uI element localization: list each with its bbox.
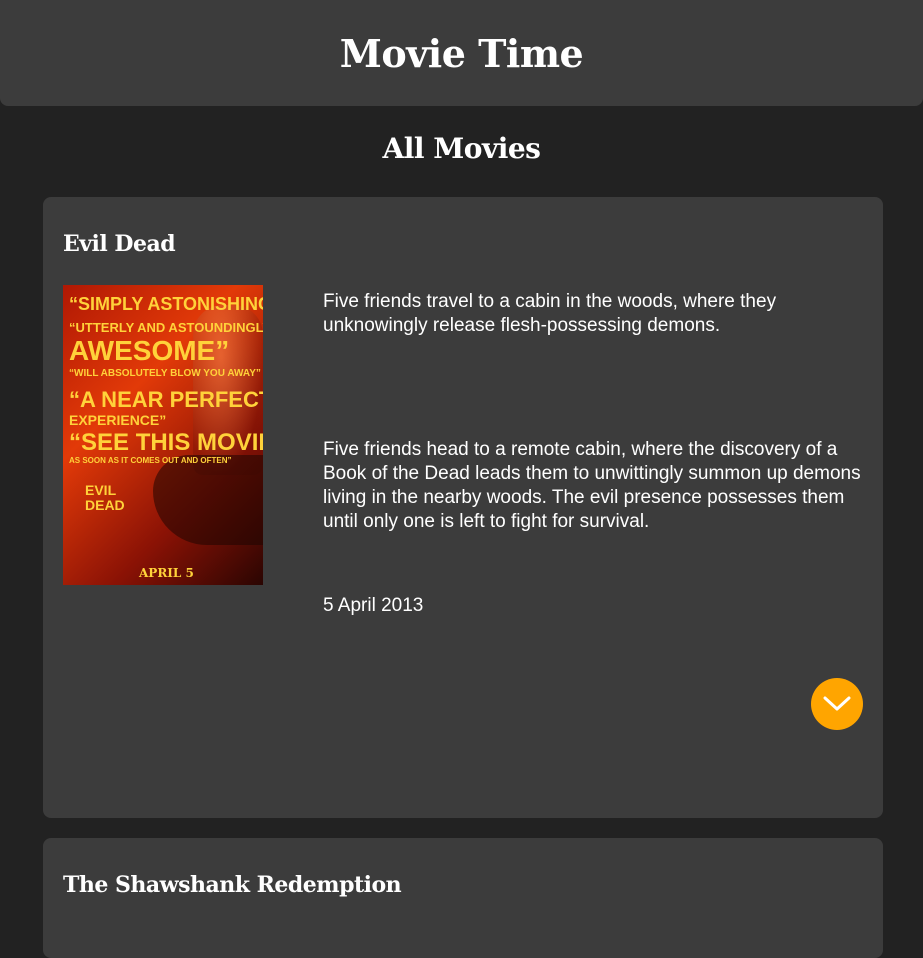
movie-long-description: Five friends head to a remote cabin, whe… <box>323 439 861 532</box>
movie-title: The Shawshank Redemption <box>63 872 402 898</box>
movie-title: Evil Dead <box>63 231 176 257</box>
chevron-down-icon <box>823 696 851 711</box>
poster-quote: “UTTERLY AND ASTOUNDINGLY <box>69 320 263 335</box>
movie-poster: “SIMPLY ASTONISHING” “UTTERLY AND ASTOUN… <box>63 285 263 585</box>
expand-button[interactable] <box>811 678 863 730</box>
section-title: All Movies <box>382 132 541 165</box>
app-title: Movie Time <box>339 30 584 76</box>
poster-release: APRIL 5 <box>139 566 194 580</box>
app-header: Movie Time <box>0 0 923 106</box>
poster-quote: “WILL ABSOLUTELY BLOW YOU AWAY” <box>69 368 261 379</box>
movie-release-date: 5 April 2013 <box>323 595 424 616</box>
movie-card-evil-dead: Evil Dead “SIMPLY ASTONISHING” “UTTERLY … <box>43 197 883 818</box>
poster-quote: AWESOME” <box>69 335 230 366</box>
movie-card-shawshank: The Shawshank Redemption <box>43 838 883 958</box>
poster-quote: “A NEAR PERFECT <box>69 387 263 412</box>
poster-logo: EVIL DEAD <box>85 482 125 513</box>
poster-quote: “SIMPLY ASTONISHING” <box>69 294 263 314</box>
poster-quote: EXPERIENCE” <box>69 412 167 428</box>
movie-short-description: Five friends travel to a cabin in the wo… <box>323 291 777 336</box>
poster-quote: AS SOON AS IT COMES OUT AND OFTEN” <box>69 456 232 465</box>
poster-chainsaw <box>153 455 263 545</box>
poster-quote: “SEE THIS MOVIE <box>69 429 263 456</box>
